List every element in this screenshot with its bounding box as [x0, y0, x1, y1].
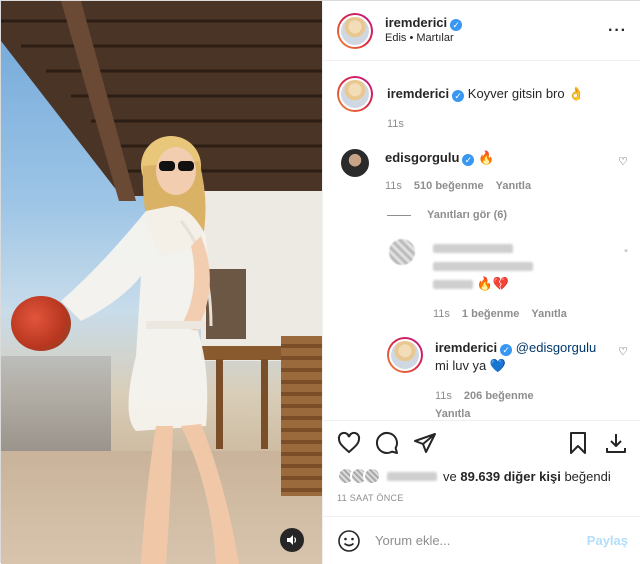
reply-button[interactable]: Yanıtla	[435, 405, 470, 419]
comment-likes[interactable]: 510 beğenme	[414, 177, 484, 195]
reply-likes[interactable]: 1 beğenme	[462, 305, 519, 323]
post-dialog: iremderici ✓ Edis • Martılar ··· iremderi…	[0, 0, 640, 564]
post-panel: iremderici ✓ Edis • Martılar ··· iremderi…	[322, 1, 640, 564]
reply-button[interactable]: Yanıtla	[531, 305, 566, 323]
blurred-liker-name	[387, 471, 437, 481]
verified-icon: ✓	[462, 154, 475, 166]
blurred-username	[433, 244, 513, 254]
action-bar: ve 89.639 diğer kişi beğendi 11 SAAT ÖNC…	[323, 420, 640, 503]
verified-icon: ✓	[452, 90, 465, 102]
caption-username[interactable]: iremderici	[387, 86, 449, 101]
reply-avatar[interactable]	[387, 337, 423, 373]
reply-text: mi luv ya 💙	[435, 358, 507, 373]
likes-verb: beğendi	[564, 468, 611, 484]
reply-item: iremderici ✓ @edisgorgulu mi luv ya 💙 11s…	[387, 337, 628, 419]
reply-emoji: 🔥💔	[476, 276, 509, 291]
comment-input[interactable]	[375, 533, 587, 548]
reply-item: 🔥💔 11s 1 beğenme Yanıtla ▪	[387, 237, 628, 323]
download-icon[interactable]	[604, 431, 628, 455]
post-comment-button[interactable]: Paylaş	[587, 533, 628, 548]
likes-count[interactable]: 89.639 diğer kişi	[460, 469, 560, 484]
share-icon[interactable]	[413, 431, 437, 455]
bookmark-icon[interactable]	[566, 431, 590, 455]
verified-icon: ✓	[450, 19, 463, 31]
author-avatar[interactable]	[337, 12, 373, 49]
comment-heart-icon[interactable]: ♡	[618, 155, 628, 168]
more-icon[interactable]: ···	[608, 22, 627, 40]
reply-username[interactable]: iremderici	[435, 340, 497, 355]
reply-button[interactable]: Yanıtla	[496, 177, 531, 195]
caption-time[interactable]: 11s	[387, 115, 404, 133]
reply-heart-icon[interactable]: ♡	[618, 345, 628, 358]
reply-avatar[interactable]	[387, 237, 417, 267]
post-location[interactable]: Edis • Martılar	[385, 31, 608, 46]
comments-list: iremderici ✓ Koyver gitsin bro 👌 11s edis…	[323, 62, 640, 419]
commenter-avatar[interactable]	[339, 147, 371, 179]
post-photo[interactable]	[1, 1, 322, 564]
replies-divider	[387, 214, 411, 216]
comment-time[interactable]: 11s	[385, 177, 402, 195]
view-replies-button[interactable]: Yanıtları gör (6)	[387, 209, 628, 221]
caption: iremderici ✓ Koyver gitsin bro 👌 11s	[337, 76, 628, 133]
post-header: iremderici ✓ Edis • Martılar ···	[323, 1, 640, 61]
table-leg	[261, 359, 268, 449]
blurred-text	[433, 262, 533, 272]
comment-text: 🔥	[478, 150, 495, 165]
likes-summary: ve 89.639 diğer kişi beğendi	[337, 465, 628, 487]
emoji-icon[interactable]	[337, 529, 361, 553]
caption-avatar[interactable]	[337, 76, 373, 112]
view-replies-label: Yanıtları gör (6)	[427, 209, 508, 221]
comment-icon[interactable]	[375, 431, 399, 455]
post-timestamp: 11 SAAT ÖNCE	[337, 493, 404, 503]
liker-avatars[interactable]	[337, 467, 381, 485]
reply-mention[interactable]: @edisgorgulu	[516, 340, 596, 355]
reply-time[interactable]: 11s	[433, 305, 450, 323]
author-username[interactable]: iremderici	[385, 15, 447, 30]
wooden-chair	[281, 336, 322, 496]
reply-heart-icon[interactable]: ▪	[624, 245, 628, 257]
reply-time[interactable]: 11s	[435, 387, 452, 405]
woman-figure	[61, 136, 239, 564]
caption-text: Koyver gitsin bro 👌	[467, 86, 585, 101]
sound-button[interactable]	[280, 528, 304, 552]
sound-icon	[287, 535, 297, 545]
reply-likes[interactable]: 206 beğenme	[464, 387, 534, 405]
comment-item: edisgorgulu ✓ 🔥 11s 510 beğenme Yanıtla ♡	[337, 147, 628, 195]
likes-suffix: ve	[443, 468, 457, 484]
blurred-text	[433, 280, 473, 290]
heart-icon[interactable]	[337, 431, 361, 455]
verified-icon: ✓	[500, 344, 513, 356]
commenter-username[interactable]: edisgorgulu	[385, 150, 459, 165]
add-comment-bar: Paylaş	[323, 516, 640, 564]
